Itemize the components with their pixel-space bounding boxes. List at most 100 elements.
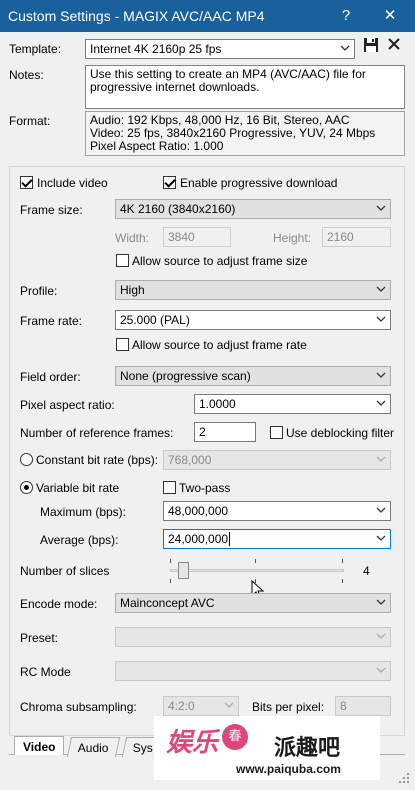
height-input[interactable]: 2160 [322,227,391,247]
frame-size-dropdown[interactable]: 4K 2160 (3840x2160) [115,199,391,219]
tab-video[interactable]: Video [14,736,65,755]
cbr-label: Constant bit rate (bps): [36,453,159,467]
frame-rate-value: 25.000 (PAL) [120,313,190,327]
watermark-site: 派趣吧 [274,736,341,761]
vbr-radio[interactable] [20,481,33,494]
ref-frames-label: Number of reference frames: [20,426,174,440]
cbr-radio[interactable] [20,453,33,466]
max-bps-value: 48,000,000 [168,504,229,518]
max-bps-label: Maximum (bps): [40,505,127,519]
chevron-down-icon [376,316,386,322]
chroma-dropdown[interactable]: 4:2:0 [163,696,239,716]
bpp-dropdown[interactable]: 8 [335,696,391,716]
format-summary: Audio: 192 Kbps, 48,000 Hz, 16 Bit, Ster… [85,111,405,156]
field-order-dropdown[interactable]: None (progressive scan) [115,366,391,386]
width-input[interactable]: 3840 [163,227,231,247]
pixel-aspect-label: Pixel aspect ratio: [20,398,115,412]
field-order-label: Field order: [20,370,81,384]
slices-slider[interactable] [168,559,346,583]
frame-rate-label: Frame rate: [20,314,83,328]
max-bps-dropdown[interactable]: 48,000,000 [163,501,391,521]
preset-label: Preset: [20,631,59,645]
slider-thumb[interactable] [178,562,190,579]
allow-frame-rate-checkbox[interactable] [116,338,129,351]
cbr-value: 768,000 [168,453,212,467]
deblocking-checkbox[interactable] [270,426,283,439]
format-label: Format: [9,114,51,128]
chevron-down-icon [376,599,386,605]
deblocking-label: Use deblocking filter [286,426,395,440]
chevron-down-icon [376,400,386,406]
progressive-download-checkbox[interactable] [163,176,176,189]
rc-mode-dropdown[interactable] [115,661,391,681]
frame-rate-dropdown[interactable]: 25.000 (PAL) [115,310,391,330]
save-icon[interactable] [363,37,379,53]
chevron-down-icon [376,286,386,292]
help-button[interactable]: ? [334,4,358,28]
profile-value: High [120,283,145,297]
avg-bps-dropdown[interactable]: 24,000,000 [163,529,391,549]
tab-system-label: Sys [132,741,153,755]
title-bar: Custom Settings - MAGIX AVC/AAC MP4 ? ✕ [0,0,415,32]
frame-size-label: Frame size: [20,203,83,217]
template-label: Template: [9,42,62,56]
two-pass-label: Two-pass [179,481,231,495]
chevron-down-icon [376,456,386,462]
close-button[interactable]: ✕ [378,4,402,28]
slider-tick [342,559,343,563]
slices-label: Number of slices [20,564,110,578]
preset-dropdown[interactable] [115,627,391,647]
progressive-download-label: Enable progressive download [180,176,338,190]
chroma-value: 4:2:0 [168,699,195,713]
width-label: Width: [115,231,150,245]
slider-tick [170,559,171,563]
notes-field[interactable]: Use this setting to create an MP4 (AVC/A… [85,65,405,109]
watermark-url: www.paiquba.com [236,762,341,776]
bpp-value: 8 [340,699,347,713]
template-value: Internet 4K 2160p 25 fps [90,42,222,56]
encode-mode-label: Encode mode: [20,597,98,611]
tab-audio-label: Audio [77,741,109,755]
pixel-aspect-dropdown[interactable]: 1.0000 [194,394,391,414]
height-label: Height: [273,231,312,245]
chevron-down-icon [376,372,386,378]
field-order-value: None (progressive scan) [120,369,251,383]
avg-bps-value: 24,000,000 [168,532,229,546]
resize-grip-icon[interactable] [398,772,410,784]
notes-line-2: progressive internet downloads. [90,80,260,94]
allow-frame-size-label: Allow source to adjust frame size [132,254,308,268]
delete-icon[interactable] [387,37,401,51]
chevron-down-icon [376,667,386,673]
chevron-down-icon [224,702,234,708]
cbr-dropdown[interactable]: 768,000 [163,450,391,470]
slider-track [170,569,344,572]
watermark: 娱乐 春 派趣吧 www.paiquba.com [154,716,380,780]
profile-dropdown[interactable]: High [115,280,391,300]
bpp-label: Bits per pixel: [252,700,325,714]
allow-frame-size-checkbox[interactable] [116,254,129,267]
slider-tick [255,559,256,563]
slider-tick [342,579,343,583]
profile-label: Profile: [20,284,58,298]
tab-audio[interactable]: Audio [66,737,120,757]
template-dropdown[interactable]: Internet 4K 2160p 25 fps [85,39,355,59]
two-pass-checkbox[interactable] [163,481,176,494]
encode-mode-dropdown[interactable]: Mainconcept AVC [115,593,391,613]
rc-mode-label: RC Mode [20,665,71,679]
pixel-aspect-value: 1.0000 [199,397,236,411]
watermark-brand: 娱乐 [166,728,219,758]
avg-bps-label: Average (bps): [40,533,119,547]
encode-mode-value: Mainconcept AVC [120,596,215,610]
chevron-down-icon [376,507,386,513]
watermark-badge: 春 [222,724,248,750]
vbr-label: Variable bit rate [36,481,120,495]
notes-label: Notes: [9,68,44,82]
window-title: Custom Settings - MAGIX AVC/AAC MP4 [8,8,265,24]
ref-frames-input[interactable]: 2 [194,422,256,442]
format-par: Pixel Aspect Ratio: 1.000 [90,139,224,153]
chevron-down-icon [376,205,386,211]
frame-size-value: 4K 2160 (3840x2160) [120,202,236,216]
allow-frame-rate-label: Allow source to adjust frame rate [132,338,307,352]
include-video-checkbox[interactable] [20,176,33,189]
slices-value: 4 [363,564,370,578]
